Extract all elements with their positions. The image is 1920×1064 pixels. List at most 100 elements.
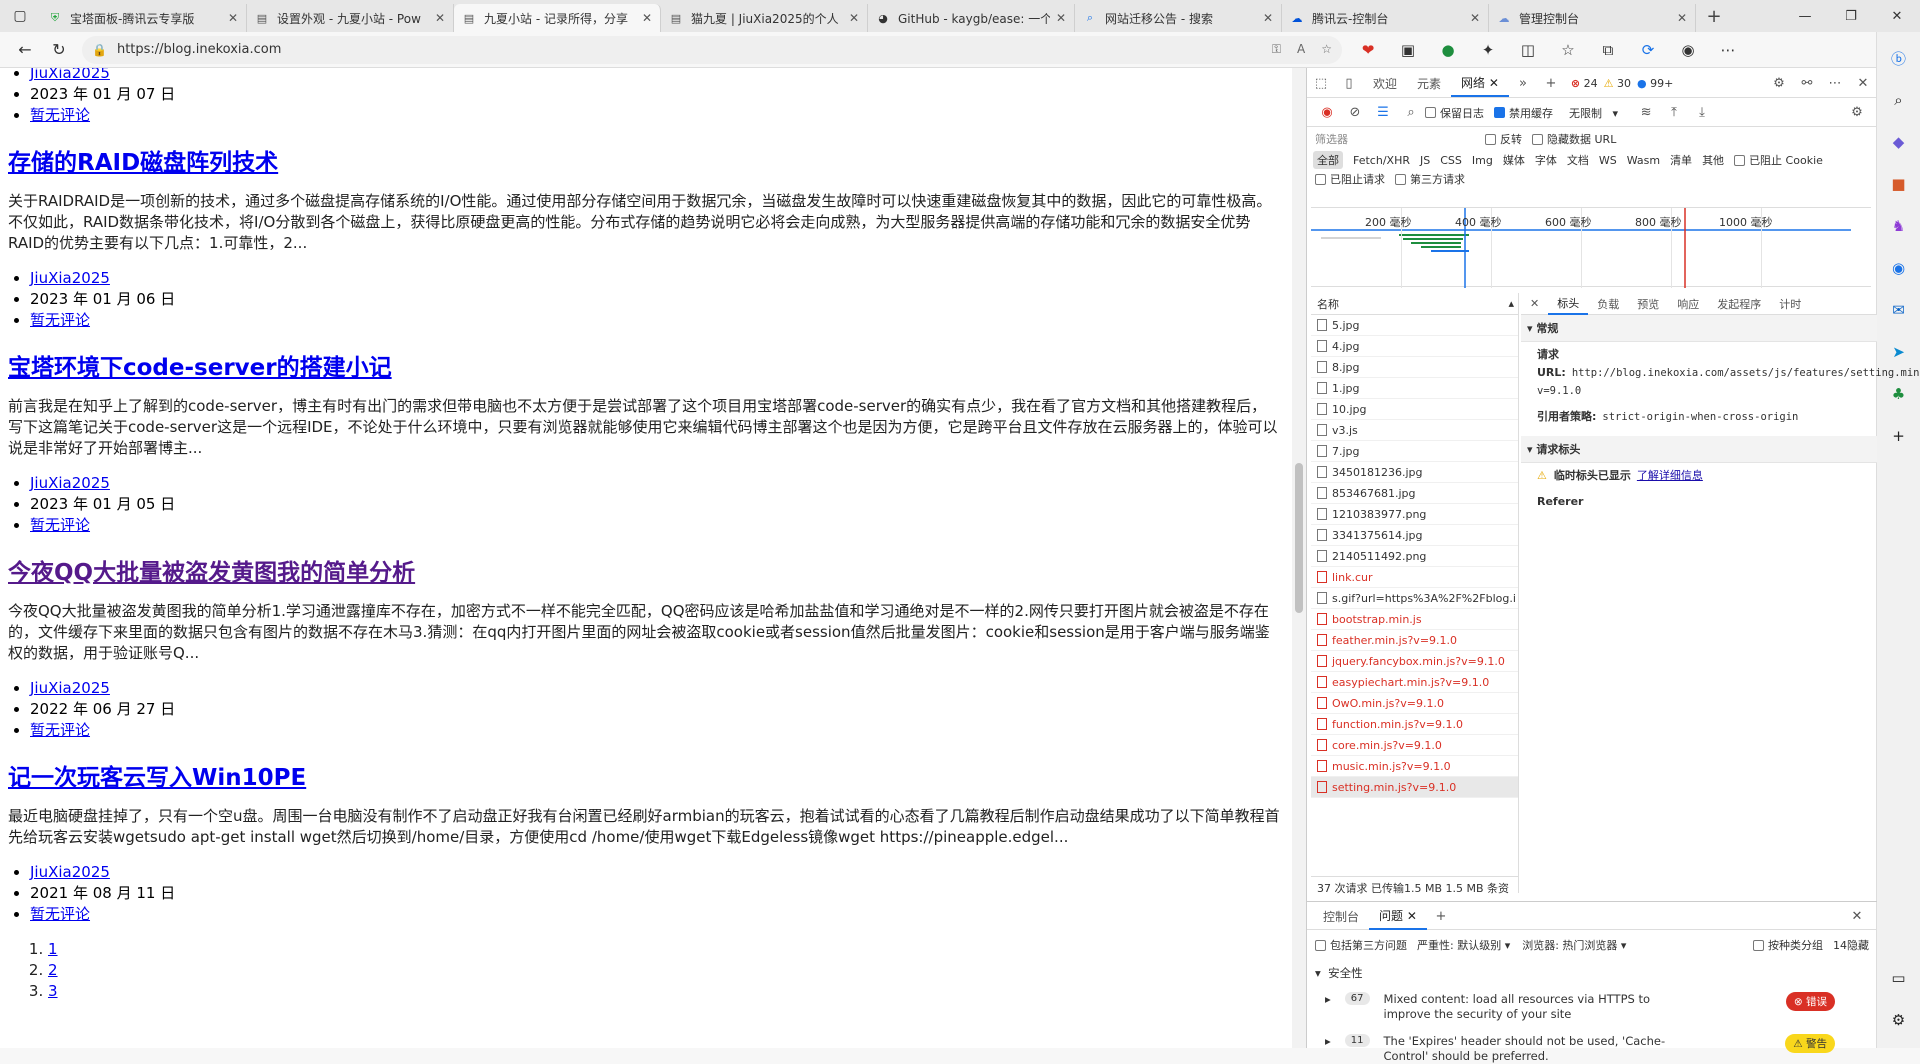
outlook-icon[interactable]: ✉ (1883, 294, 1915, 326)
devtools-tab-network[interactable]: 网络 ✕ (1451, 71, 1509, 97)
page-link[interactable]: 2 (48, 961, 58, 979)
request-row[interactable]: feather.min.js?v=9.1.0 (1311, 630, 1518, 651)
comments-link[interactable]: 暂无评论 (30, 311, 90, 329)
close-window-icon[interactable]: ✕ (1874, 0, 1920, 32)
request-row[interactable]: 5.jpg (1311, 315, 1518, 336)
address-bar[interactable]: 🔒 https://blog.inekoxia.com ⚿ A ☆ (82, 35, 1342, 64)
tab-close-icon[interactable]: ✕ (642, 11, 652, 25)
detail-tab[interactable]: 标头 (1548, 293, 1589, 315)
type-filter[interactable]: Fetch/XHR (1353, 154, 1410, 167)
issue-row[interactable]: ▸ 11 The 'Expires' header should not be us… (1315, 1034, 1835, 1064)
type-filter[interactable]: Img (1472, 154, 1493, 167)
request-row[interactable]: setting.min.js?v=9.1.0 (1311, 777, 1518, 798)
type-filter[interactable]: 媒体 (1503, 152, 1525, 168)
request-row[interactable]: jquery.fancybox.min.js?v=9.1.0 (1311, 651, 1518, 672)
comments-link[interactable]: 暂无评论 (30, 106, 90, 124)
request-row[interactable]: bootstrap.min.js (1311, 609, 1518, 630)
browser-tab[interactable]: ▤ 九夏小站 - 记录所得，分享 ✕ (454, 4, 661, 32)
filter-input[interactable]: 筛选器 (1315, 131, 1485, 147)
page-scrollbar[interactable] (1292, 68, 1306, 1048)
tab-close-icon[interactable]: ✕ (228, 11, 238, 25)
devtools-more-icon[interactable]: ⋯ (1821, 71, 1849, 97)
browser-tab[interactable]: ☁ 管理控制台 ✕ (1489, 4, 1696, 32)
network-search-icon[interactable]: ⌕ (1397, 100, 1425, 126)
favorite-add-icon[interactable]: ☆ (1321, 42, 1332, 57)
tab-close-icon[interactable]: ✕ (1470, 11, 1480, 25)
network-overview-timeline[interactable]: 200 毫秒 400 毫秒 600 毫秒 800 毫秒 1000 毫秒 (1311, 207, 1871, 288)
browser-tab[interactable]: ◕ GitHub - kaygb/ease: 一个 ✕ (868, 4, 1075, 32)
devtools-connect-icon[interactable]: ⚯ (1793, 71, 1821, 97)
browser-tab[interactable]: ▤ 猫九夏 | JiuXia2025的个人 ✕ (661, 4, 868, 32)
devtools-tab-welcome[interactable]: 欢迎 (1363, 71, 1407, 97)
name-column-header[interactable]: 名称 ▴ (1311, 293, 1518, 315)
type-filter[interactable]: JS (1420, 154, 1430, 167)
expand-icon[interactable]: ▸ (1325, 1034, 1331, 1048)
more-icon[interactable]: ⋯ (1710, 35, 1746, 65)
minimize-icon[interactable]: — (1782, 0, 1828, 32)
inspect-icon[interactable]: ⬚ (1307, 71, 1335, 97)
include-third-party-checkbox[interactable]: 包括第三方问题 (1315, 937, 1407, 953)
issue-row[interactable]: ▸ 67 Mixed content: load all resources via… (1315, 992, 1835, 1022)
page-scrollbar-thumb[interactable] (1295, 463, 1303, 613)
detail-tab[interactable]: 计时 (1770, 296, 1810, 312)
comments-link[interactable]: 暂无评论 (30, 721, 90, 739)
browser-select[interactable]: 浏览器: 热门浏览器 ▾ (1522, 937, 1626, 953)
third-party-checkbox[interactable]: 第三方请求 (1395, 171, 1465, 187)
detail-tab[interactable]: 负载 (1588, 296, 1628, 312)
browser-tab[interactable]: ☁ 腾讯云-控制台 ✕ (1282, 4, 1489, 32)
extensions-icon[interactable]: ✦ (1470, 35, 1506, 65)
severity-select[interactable]: 严重性: 默认级别 ▾ (1417, 937, 1510, 953)
invert-checkbox[interactable]: 反转 (1485, 131, 1522, 147)
drawer-tab-issues[interactable]: 问题 ✕ (1369, 904, 1427, 930)
games-icon[interactable]: ♞ (1883, 210, 1915, 242)
drawer-tab-console[interactable]: 控制台 (1313, 904, 1369, 930)
search-icon[interactable]: ⌕ (1883, 84, 1915, 116)
hide-data-urls-checkbox[interactable]: 隐藏数据 URL (1532, 131, 1616, 147)
tab-close-icon[interactable]: ✕ (435, 11, 445, 25)
drawer-close-icon[interactable]: ✕ (1843, 904, 1871, 930)
network-settings-icon[interactable]: ⚙ (1843, 100, 1871, 126)
profile-avatar[interactable]: ◉ (1670, 35, 1706, 65)
detail-close-icon[interactable]: ✕ (1521, 297, 1548, 310)
sync-icon[interactable]: ⟳ (1630, 35, 1666, 65)
request-row[interactable]: s.gif?url=https%3A%2F%2Fblog.i (1311, 588, 1518, 609)
disable-cache-checkbox[interactable]: 禁用缓存 (1494, 105, 1553, 121)
request-row[interactable]: v3.js (1311, 420, 1518, 441)
record-icon[interactable]: ◉ (1313, 100, 1341, 126)
devtools-close-icon[interactable]: ✕ (1849, 71, 1877, 97)
add-tool-icon[interactable]: + (1537, 71, 1565, 97)
security-section[interactable]: ▾ 安全性 (1307, 962, 1877, 984)
learn-more-link[interactable]: 了解详细信息 (1637, 469, 1703, 482)
expand-icon[interactable]: ▸ (1325, 992, 1331, 1006)
devtools-settings-icon[interactable]: ⚙ (1765, 71, 1793, 97)
request-row[interactable]: 7.jpg (1311, 441, 1518, 462)
extension-dark-icon[interactable]: ▣ (1390, 35, 1426, 65)
drawer-add-icon[interactable]: + (1427, 904, 1455, 930)
tab-close-icon[interactable]: ✕ (1263, 11, 1273, 25)
type-filter[interactable]: CSS (1440, 154, 1462, 167)
detail-tab[interactable]: 发起程序 (1708, 296, 1770, 312)
author-link[interactable]: JiuXia2025 (30, 269, 110, 287)
copilot-icon[interactable]: ⓑ (1883, 42, 1915, 74)
request-row[interactable]: 8.jpg (1311, 357, 1518, 378)
upload-icon[interactable]: ⤒ (1660, 100, 1688, 126)
request-row[interactable]: 3450181236.jpg (1311, 462, 1518, 483)
post-title-link[interactable]: 存储的RAID磁盘阵列技术 (8, 150, 278, 176)
throttle-select[interactable]: 无限制 ▾ (1569, 105, 1618, 121)
general-section[interactable]: ▾ 常规 (1521, 315, 1877, 342)
page-link[interactable]: 1 (48, 940, 58, 958)
m365-icon[interactable]: ◉ (1883, 252, 1915, 284)
browser-tab[interactable]: ⛨ 宝塔面板-腾讯云专享版 ✕ (40, 4, 247, 32)
request-row[interactable]: 3341375614.jpg (1311, 525, 1518, 546)
author-link[interactable]: JiuXia2025 (30, 474, 110, 492)
add-icon[interactable]: + (1883, 420, 1915, 452)
post-title-link[interactable]: 今夜QQ大批量被盗发黄图我的简单分析 (8, 560, 415, 586)
request-row[interactable]: 4.jpg (1311, 336, 1518, 357)
collections-icon[interactable]: ⧉ (1590, 35, 1626, 65)
type-filter[interactable]: WS (1599, 154, 1617, 167)
tree-icon[interactable]: ♣ (1883, 378, 1915, 410)
lock-icon[interactable]: 🔒 (92, 43, 107, 57)
device-toggle-icon[interactable]: ▯ (1335, 71, 1363, 97)
preserve-log-checkbox[interactable]: 保留日志 (1425, 105, 1484, 121)
author-link[interactable]: JiuXia2025 (30, 863, 110, 881)
